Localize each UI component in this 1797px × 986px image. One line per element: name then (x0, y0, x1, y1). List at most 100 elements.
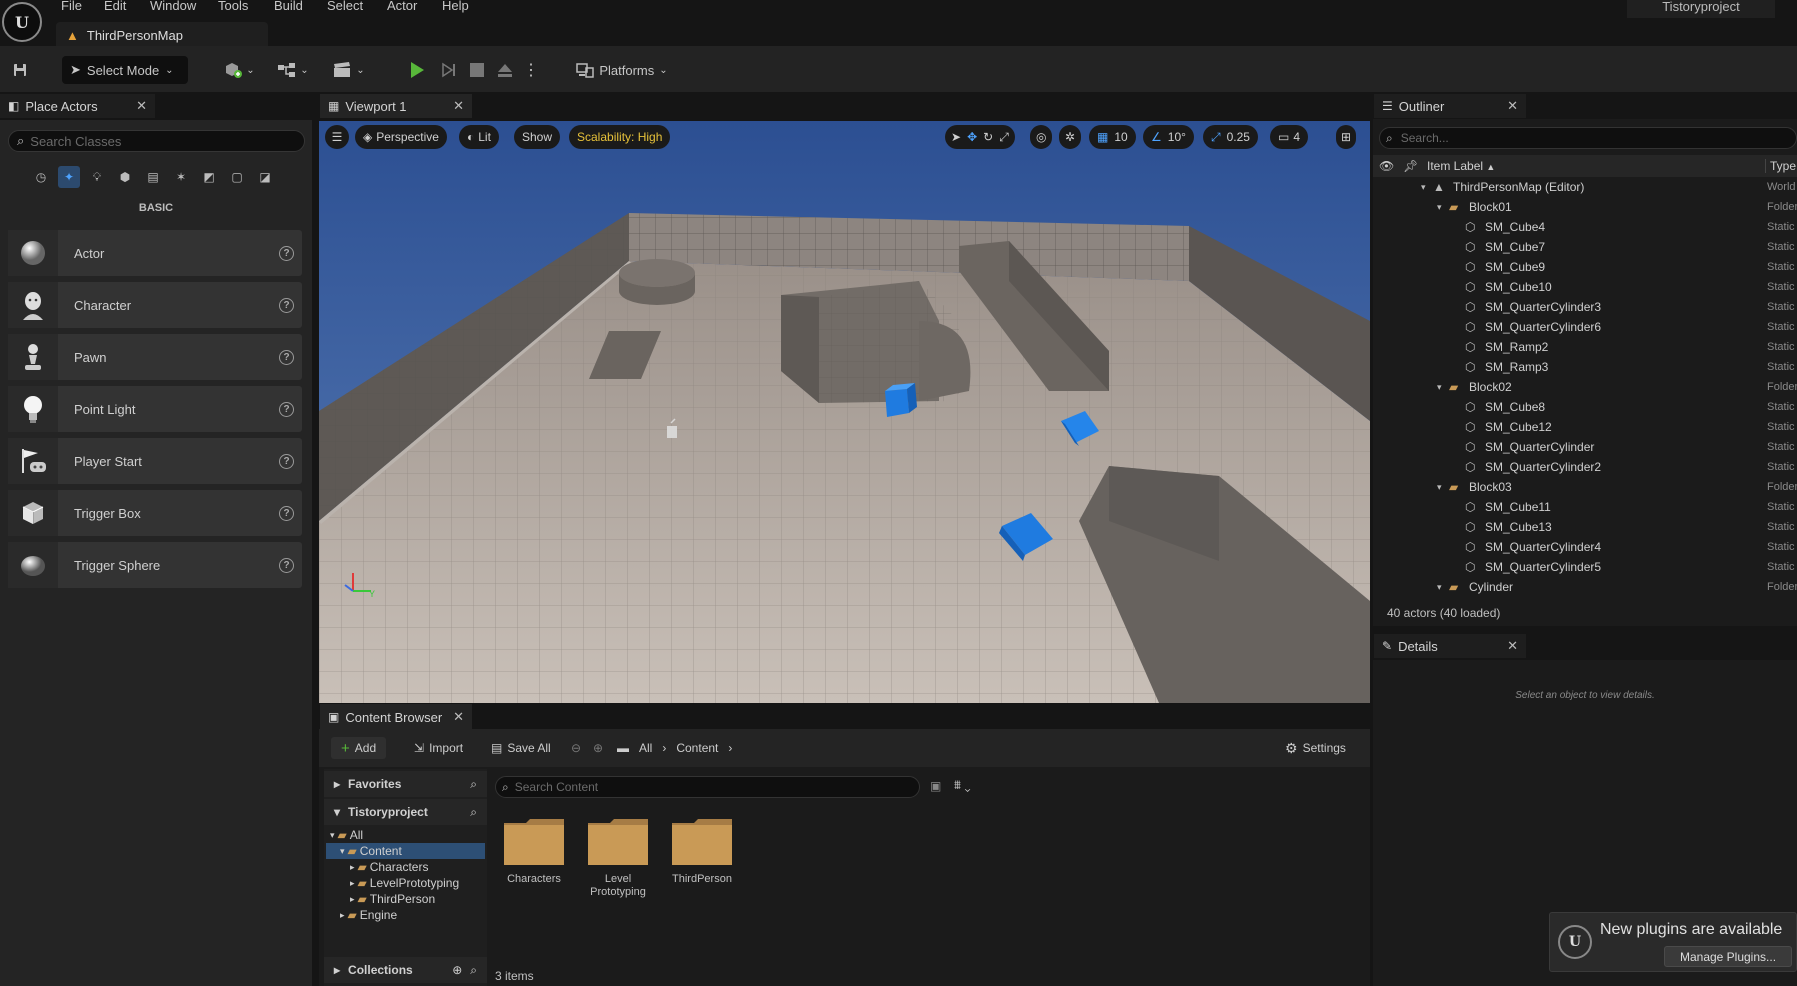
close-icon[interactable]: ✕ (453, 709, 464, 725)
scene-render[interactable]: Y (319, 121, 1370, 703)
level-viewport[interactable]: Y ☰ ◈ Perspective ◐ Lit Show Scalability… (319, 121, 1370, 703)
folder-tile[interactable]: Level Prototyping (580, 817, 656, 899)
back-icon[interactable]: ⊖ (571, 737, 581, 759)
viewport-tab[interactable]: ▦ Viewport 1 ✕ (320, 94, 472, 118)
tree-item-thirdperson[interactable]: ▸ ▰ ThirdPerson (326, 891, 485, 907)
player-start-item[interactable]: Player Start ? (8, 438, 302, 484)
blueprint-button[interactable]: ⌄ (274, 56, 312, 84)
visibility-icon[interactable]: 👁︎ (1379, 159, 1394, 173)
help-icon[interactable]: ? (279, 557, 294, 573)
menu-edit[interactable]: Edit (104, 0, 126, 14)
chevron-down-icon[interactable]: ▾ (1421, 182, 1426, 193)
outliner-row[interactable]: ⬡ SM_QuarterCylinder2 Static (1373, 457, 1797, 477)
camera-speed-button[interactable]: ▭ 4 (1270, 125, 1309, 149)
play-button[interactable] (406, 56, 428, 84)
search-icon[interactable]: ⌕ (470, 777, 477, 792)
basic-category-icon[interactable]: ✦ (58, 166, 80, 188)
unreal-logo-icon[interactable]: U (2, 2, 42, 42)
help-icon[interactable]: ? (279, 245, 294, 261)
point-light-item[interactable]: Point Light ? (8, 386, 302, 432)
rotate-tool-icon[interactable]: ↻ (983, 130, 993, 144)
outliner-row[interactable]: ⬡ SM_Ramp2 Static (1373, 337, 1797, 357)
close-icon[interactable]: ✕ (136, 98, 147, 114)
forward-icon[interactable]: ⊕ (593, 737, 603, 759)
outliner-row[interactable]: ⬡ SM_Cube11 Static (1373, 497, 1797, 517)
viewport-menu-icon[interactable]: ☰ (325, 125, 349, 149)
outliner-row[interactable]: ▾ ▰ Block02 Folder (1373, 377, 1797, 397)
menu-select[interactable]: Select (327, 0, 363, 14)
folder-tile[interactable]: Characters (496, 817, 572, 886)
outliner-row[interactable]: ⬡ SM_Cube12 Static (1373, 417, 1797, 437)
tree-item-content[interactable]: ▾ ▰ Content (326, 843, 485, 859)
menu-window[interactable]: Window (150, 0, 196, 14)
shapes-icon[interactable]: ⬢ (114, 166, 136, 188)
perspective-button[interactable]: ◈ Perspective (355, 125, 447, 149)
select-mode-dropdown[interactable]: ➤ Select Mode ⌄ (62, 56, 188, 84)
more-options-icon[interactable]: ⋮ (523, 56, 539, 84)
outliner-row[interactable]: ⬡ SM_Cube10 Static (1373, 277, 1797, 297)
close-icon[interactable]: ✕ (1507, 98, 1518, 114)
show-button[interactable]: Show (514, 125, 561, 149)
pin-icon[interactable]: 📌︎ (1403, 159, 1418, 173)
trigger-sphere-item[interactable]: Trigger Sphere ? (8, 542, 302, 588)
volumes-icon[interactable]: ▢ (226, 166, 248, 188)
close-icon[interactable]: ✕ (1507, 638, 1518, 654)
rotation-snap-button[interactable]: ∠ 10° (1143, 125, 1194, 149)
outliner-row[interactable]: ▾ ▰ Block01 Folder (1373, 197, 1797, 217)
visual-effects-icon[interactable]: ✶ (170, 166, 192, 188)
outliner-row[interactable]: ⬡ SM_QuarterCylinder4 Static (1373, 537, 1797, 557)
cinematics-button[interactable]: ⌄ (330, 56, 368, 84)
outliner-row[interactable]: ▾ ▰ Cylinder Folder (1373, 577, 1797, 597)
step-icon[interactable] (438, 56, 460, 84)
character-item[interactable]: Character ? (8, 282, 302, 328)
select-tool-icon[interactable]: ➤ (951, 130, 961, 144)
search-classes-input[interactable]: ⌕ Search Classes (8, 130, 305, 152)
help-icon[interactable]: ? (279, 401, 294, 417)
scale-tool-icon[interactable]: ⤢ (999, 130, 1009, 145)
close-icon[interactable]: ✕ (453, 98, 464, 114)
outliner-row[interactable]: ▾ ▲ ThirdPersonMap (Editor) World (1373, 177, 1797, 197)
settings-button[interactable]: ⚙ Settings (1285, 737, 1346, 759)
menu-build[interactable]: Build (274, 0, 303, 14)
stop-icon[interactable] (466, 56, 488, 84)
filter-icon[interactable]: ⩩ ⌄ (954, 777, 971, 793)
help-icon[interactable]: ? (279, 453, 294, 469)
item-label-header[interactable]: Item Label ▲ (1427, 159, 1495, 173)
add-button[interactable]: + Add (331, 737, 387, 759)
outliner-row[interactable]: ▾ ▰ Block03 Folder (1373, 477, 1797, 497)
outliner-search-input[interactable]: ⌕ Search... (1379, 127, 1797, 149)
help-icon[interactable]: ? (279, 297, 294, 313)
outliner-row[interactable]: ⬡ SM_Ramp3 Static (1373, 357, 1797, 377)
chevron-down-icon[interactable]: ▾ (1437, 382, 1442, 393)
grid-snap-button[interactable]: ▦ 10 (1089, 125, 1136, 149)
outliner-row[interactable]: ⬡ SM_QuarterCylinder Static (1373, 437, 1797, 457)
help-icon[interactable]: ? (279, 349, 294, 365)
outliner-row[interactable]: ⬡ SM_QuarterCylinder6 Static (1373, 317, 1797, 337)
menu-help[interactable]: Help (442, 0, 469, 14)
search-icon[interactable]: ⌕ (470, 963, 477, 978)
type-header[interactable]: Type (1765, 159, 1796, 173)
scalability-button[interactable]: Scalability: High (569, 125, 671, 149)
favorites-section[interactable]: ▸ Favorites ⌕ (324, 771, 487, 797)
pawn-item[interactable]: Pawn ? (8, 334, 302, 380)
add-actor-button[interactable]: ⌄ (220, 56, 258, 84)
tree-item-characters[interactable]: ▸ ▰ Characters (326, 859, 485, 875)
cinematic-icon[interactable]: ▤ (142, 166, 164, 188)
outliner-row[interactable]: ⬡ SM_Cube7 Static (1373, 237, 1797, 257)
outliner-row[interactable]: ⬡ SM_Cube8 Static (1373, 397, 1797, 417)
outliner-row[interactable]: ⬡ SM_Cube4 Static (1373, 217, 1797, 237)
chevron-down-icon[interactable]: ▾ (1437, 582, 1442, 593)
geometry-icon[interactable]: ◩ (198, 166, 220, 188)
world-local-icon[interactable]: ◎ (1030, 125, 1053, 149)
chevron-down-icon[interactable]: ▾ (1437, 482, 1442, 493)
search-icon[interactable]: ⌕ (470, 805, 477, 820)
save-icon[interactable] (8, 56, 32, 84)
menu-file[interactable]: File (61, 0, 82, 14)
save-all-button[interactable]: ▤ Save All (491, 737, 551, 759)
lit-button[interactable]: ◐ Lit (459, 125, 499, 149)
trigger-box-item[interactable]: Trigger Box ? (8, 490, 302, 536)
manage-plugins-button[interactable]: Manage Plugins... (1664, 946, 1792, 967)
surface-snap-icon[interactable]: ✲ (1059, 125, 1082, 149)
collections-section[interactable]: ▸ Collections ⊕ ⌕ (324, 957, 487, 983)
search-content-input[interactable]: ⌕ Search Content (495, 776, 920, 798)
